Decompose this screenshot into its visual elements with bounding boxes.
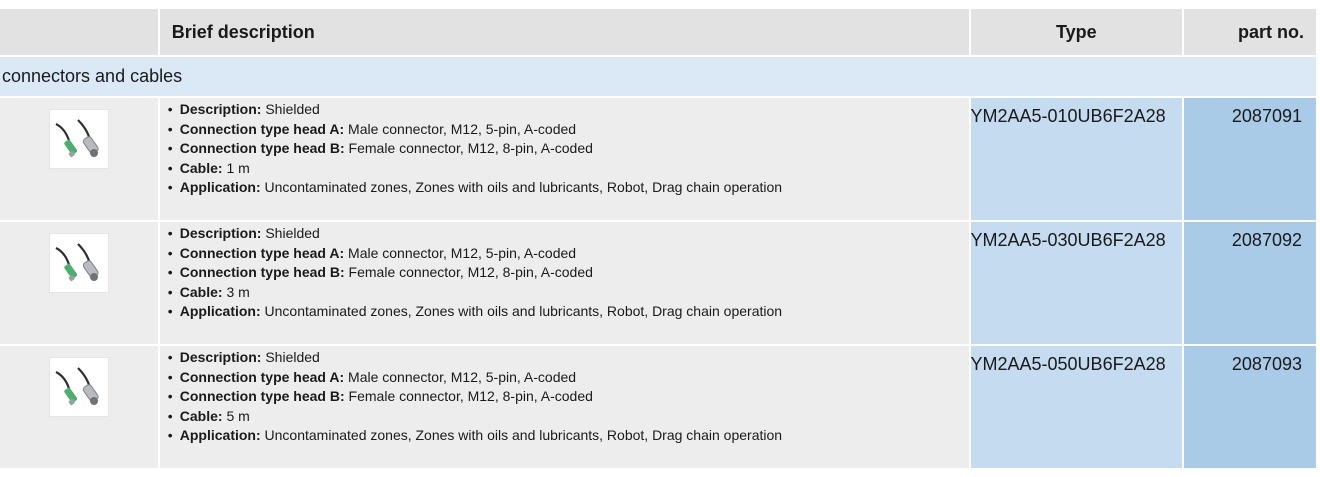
spec-item: Application: Uncontaminated zones, Zones… <box>166 302 969 322</box>
spec-item: Connection type head B: Female connector… <box>166 387 969 407</box>
table-row: Description: ShieldedConnection type hea… <box>0 222 1316 344</box>
spec-value: Uncontaminated zones, Zones with oils an… <box>264 303 783 319</box>
spec-item: Cable: 3 m <box>166 283 969 303</box>
image-cell <box>0 222 158 344</box>
spec-value: Female connector, M12, 8-pin, A-coded <box>348 140 593 156</box>
spec-item: Cable: 5 m <box>166 407 969 427</box>
spec-value: 5 m <box>226 407 250 424</box>
spec-value: Uncontaminated zones, Zones with oils an… <box>264 427 783 443</box>
description-cell: Description: ShieldedConnection type hea… <box>159 98 969 220</box>
spec-item: Application: Uncontaminated zones, Zones… <box>166 426 969 446</box>
spec-item: Cable: 1 m <box>166 159 969 179</box>
spec-item: Connection type head B: Female connector… <box>166 263 969 283</box>
image-cell <box>0 98 158 220</box>
spec-value: Shielded <box>265 225 320 241</box>
table-body: Description: ShieldedConnection type hea… <box>0 98 1316 468</box>
cable-connector-icon[interactable] <box>48 109 109 169</box>
part-no-cell[interactable]: 2087092 <box>1184 222 1316 344</box>
spec-label: Description: <box>179 349 262 365</box>
spec-label: Application: <box>179 427 261 443</box>
spec-value: Female connector, M12, 8-pin, A-coded <box>348 388 593 404</box>
cable-connector-icon[interactable] <box>48 357 109 417</box>
spec-label: Connection type head A: <box>179 244 345 261</box>
spec-value: Female connector, M12, 8-pin, A-coded <box>348 264 593 280</box>
spec-label: Application: <box>179 179 261 195</box>
spec-label: Application: <box>179 303 261 319</box>
spec-label: Connection type head A: <box>179 120 345 137</box>
spec-label: Description: <box>179 101 262 117</box>
spec-list: Description: ShieldedConnection type hea… <box>166 224 969 322</box>
table-row: Description: ShieldedConnection type hea… <box>0 98 1316 220</box>
spec-value: Male connector, M12, 5-pin, A-coded <box>348 244 577 261</box>
header-type: Type <box>970 9 1183 55</box>
spec-item: Description: Shielded <box>166 100 969 120</box>
spec-item: Connection type head A: Male connector, … <box>166 120 969 140</box>
product-table: Brief description Type part no. connecto… <box>0 9 1316 468</box>
spec-label: Connection type head A: <box>179 368 345 385</box>
type-cell[interactable]: YM2AA5-050UB6F2A28 <box>970 346 1183 468</box>
cable-connector-icon[interactable] <box>48 233 109 293</box>
spec-list: Description: ShieldedConnection type hea… <box>166 348 969 446</box>
spec-list: Description: ShieldedConnection type hea… <box>166 100 969 198</box>
spec-value: 1 m <box>226 159 250 176</box>
part-no-cell[interactable]: 2087093 <box>1184 346 1316 468</box>
table-header: Brief description Type part no. <box>0 9 1316 55</box>
spec-label: Connection type head B: <box>179 264 345 280</box>
spec-label: Cable: <box>179 407 223 424</box>
image-cell <box>0 346 158 468</box>
spec-item: Description: Shielded <box>166 348 969 368</box>
spec-value: Uncontaminated zones, Zones with oils an… <box>264 179 783 195</box>
description-cell: Description: ShieldedConnection type hea… <box>159 222 969 344</box>
spec-item: Connection type head B: Female connector… <box>166 139 969 159</box>
spec-item: Description: Shielded <box>166 224 969 244</box>
header-image-cell <box>0 9 158 55</box>
group-title: connectors and cables <box>0 57 1316 96</box>
spec-item: Connection type head A: Male connector, … <box>166 368 969 388</box>
type-cell[interactable]: YM2AA5-030UB6F2A28 <box>970 222 1183 344</box>
spec-label: Cable: <box>179 159 223 176</box>
spec-value: Male connector, M12, 5-pin, A-coded <box>348 120 577 137</box>
spec-label: Cable: <box>179 283 223 300</box>
part-no-cell[interactable]: 2087091 <box>1184 98 1316 220</box>
type-cell[interactable]: YM2AA5-010UB6F2A28 <box>970 98 1183 220</box>
spec-label: Connection type head B: <box>179 140 345 156</box>
spec-value: 3 m <box>226 283 250 300</box>
spec-label: Connection type head B: <box>179 388 345 404</box>
spec-value: Shielded <box>265 101 320 117</box>
spec-item: Connection type head A: Male connector, … <box>166 244 969 264</box>
description-cell: Description: ShieldedConnection type hea… <box>159 346 969 468</box>
spec-label: Description: <box>179 225 262 241</box>
table-row: Description: ShieldedConnection type hea… <box>0 346 1316 468</box>
header-description: Brief description <box>159 9 969 55</box>
spec-item: Application: Uncontaminated zones, Zones… <box>166 178 969 198</box>
header-part-no: part no. <box>1184 9 1316 55</box>
spec-value: Male connector, M12, 5-pin, A-coded <box>348 368 577 385</box>
spec-value: Shielded <box>265 349 320 365</box>
